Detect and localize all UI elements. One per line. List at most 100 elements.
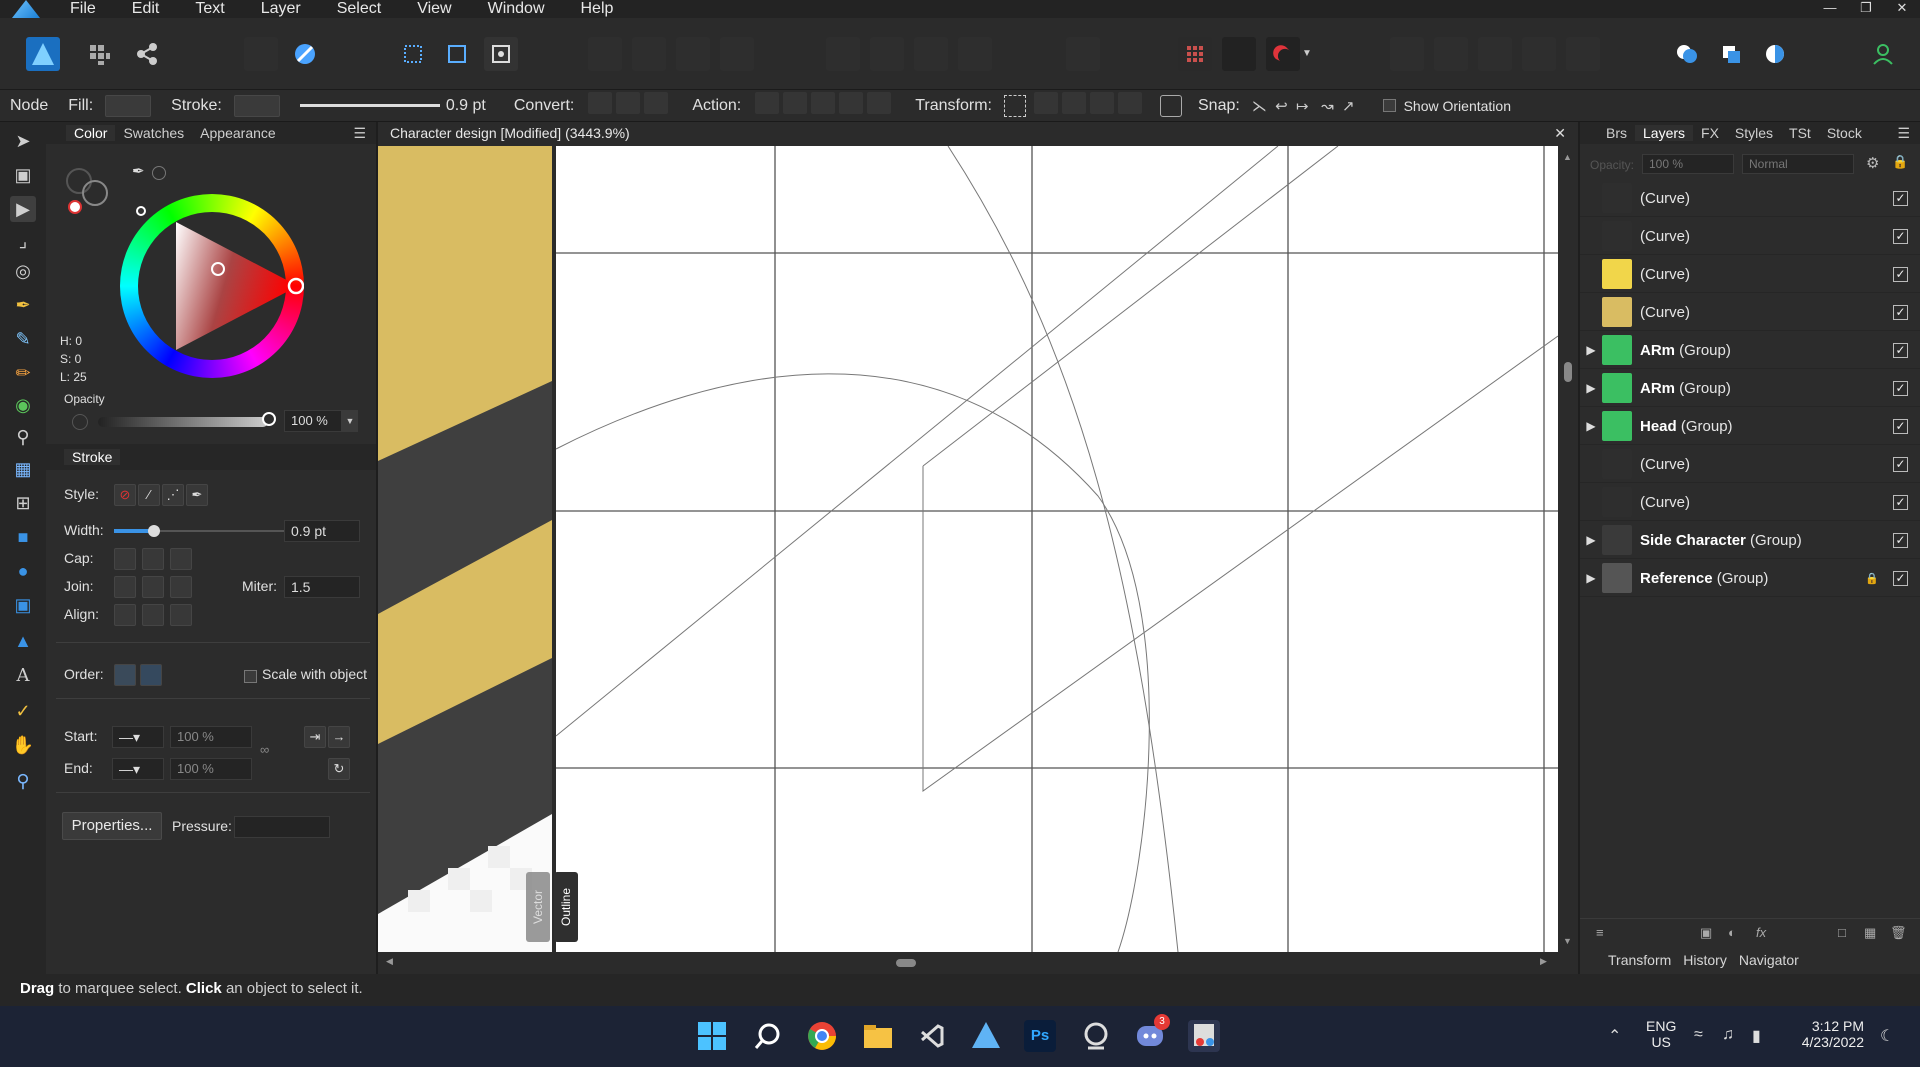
boolean-subtract-icon[interactable] [1714,37,1748,71]
horizontal-scroll-thumb[interactable] [896,959,916,967]
search-icon[interactable] [752,1020,784,1052]
stroke-width-slider[interactable] [299,104,440,107]
affinity-designer-icon[interactable] [970,1020,1002,1052]
battery-icon[interactable]: ▮ [1752,1026,1761,1046]
stroke-swatch[interactable] [233,94,280,117]
zoom-tool-icon[interactable]: ⚲ [10,768,36,794]
layer-visibility-checkbox[interactable]: ✓ [1893,190,1908,206]
transform-opt-4-icon[interactable] [1118,92,1142,114]
tab-transform[interactable]: Transform [1608,952,1671,968]
toolbar-dim-8[interactable] [914,37,948,71]
wifi-icon[interactable]: ≈ [1694,1026,1703,1044]
transform-box-icon[interactable] [1004,94,1026,117]
expand-arrow-icon[interactable]: ▶ [1580,381,1602,395]
layer-row[interactable]: (Curve) ✓ [1580,180,1920,217]
magnet-icon[interactable] [1266,37,1300,71]
layer-visibility-checkbox[interactable]: ✓ [1893,494,1908,510]
fill-tool-icon[interactable]: ◉ [10,392,36,418]
export-persona-button[interactable] [130,37,164,71]
layer-row[interactable]: ▶ ARm (Group) ✓ [1580,370,1920,407]
opacity-slider[interactable] [98,417,268,427]
layer-visibility-checkbox[interactable]: ✓ [1893,304,1908,320]
layers-panel-menu-icon[interactable]: ☰ [1897,125,1910,142]
layers-stack-icon[interactable]: ≡ [1596,925,1604,940]
transform-opt-3-icon[interactable] [1090,92,1114,114]
add-layer-icon[interactable]: □ [1838,925,1846,940]
action-reverse-icon[interactable] [867,92,892,114]
text-tool-icon[interactable]: A [10,662,36,688]
toolbar-dim-5[interactable] [720,37,754,71]
file-explorer-icon[interactable] [862,1020,894,1052]
layer-visibility-checkbox[interactable]: ✓ [1893,380,1908,396]
minimize-icon[interactable]: — [1812,0,1848,18]
transform-opt-1-icon[interactable] [1034,92,1058,114]
layer-row[interactable]: (Curve) ✓ [1580,218,1920,255]
fill-swatch[interactable] [105,94,152,117]
menu-view[interactable]: View [417,0,451,18]
menu-window[interactable]: Window [488,0,545,18]
snapping-grid-icon[interactable] [1178,37,1212,71]
layer-row[interactable]: ▶ ARm (Group) ✓ [1580,332,1920,369]
designer-persona-button[interactable] [26,37,60,71]
toolbar-dim-10[interactable] [1066,37,1100,71]
delete-layer-icon[interactable]: 🗑 [1890,925,1907,941]
transparency-tool-icon[interactable]: ⚲ [10,424,36,450]
toolbar-dim-3[interactable] [632,37,666,71]
layer-opacity-field[interactable]: 100 % [1642,154,1734,174]
expand-arrow-icon[interactable]: ▶ [1580,571,1602,585]
action-close-icon[interactable] [783,92,808,114]
square-cap-icon[interactable] [170,548,192,570]
canvas[interactable]: Vector Outline [378,146,1558,952]
convert-smart-icon[interactable] [644,92,669,114]
vector-view-toggle[interactable]: Vector [526,872,550,942]
tab-history[interactable]: History [1683,952,1727,968]
layer-visibility-checkbox[interactable]: ✓ [1893,456,1908,472]
user-account-icon[interactable] [1866,37,1900,71]
menu-text[interactable]: Text [195,0,224,18]
layer-visibility-checkbox[interactable]: ✓ [1893,266,1908,282]
layer-row[interactable]: (Curve) ✓ [1580,484,1920,521]
end-scale-field[interactable]: 100 % [170,758,252,780]
scroll-down-icon[interactable]: ▼ [1563,936,1572,946]
color-picker-tool-icon[interactable]: ✓ [10,698,36,724]
move-tool-icon[interactable]: ➤ [10,128,36,154]
clock[interactable]: 3:12 PM 4/23/2022 [1794,1018,1864,1050]
layer-visibility-checkbox[interactable]: ✓ [1893,342,1908,358]
vscode-icon[interactable] [916,1020,948,1052]
link-scale-icon[interactable]: ∞ [260,742,269,757]
action-smooth-icon[interactable] [811,92,836,114]
round-cap-icon[interactable] [142,548,164,570]
lock-layer-icon[interactable]: 🔒 [1892,154,1908,170]
toolbar-dim-2[interactable] [588,37,622,71]
convert-sharp-icon[interactable] [588,92,613,114]
outline-view-toggle[interactable]: Outline [554,872,578,942]
properties-button[interactable]: Properties... [62,812,162,840]
solid-line-style-icon[interactable]: ∕ [138,484,160,506]
scroll-left-icon[interactable]: ◀ [386,956,393,967]
start-arrowhead-select[interactable]: —▾ [112,726,164,748]
color-picker-icon[interactable]: ✒ [132,162,145,180]
add-pixel-layer-icon[interactable]: ▦ [1864,925,1876,941]
pixel-persona-button[interactable] [82,37,116,71]
toolbar-dim-7[interactable] [870,37,904,71]
scroll-up-icon[interactable]: ▲ [1563,152,1572,162]
snap-options-icons[interactable]: ⋋ ↩ ↦ ↝ ↗ [1252,97,1355,115]
transform-opt-2-icon[interactable] [1062,92,1086,114]
texture-line-style-icon[interactable]: ✒ [186,484,208,506]
tab-layers[interactable]: Layers [1635,125,1694,141]
menu-edit[interactable]: Edit [132,0,160,18]
language-indicator[interactable]: ENG US [1646,1018,1676,1050]
photoshop-icon[interactable]: Ps [1024,1020,1056,1052]
close-window-icon[interactable]: ✕ [1884,0,1920,18]
point-transform-tool-icon[interactable]: ◎ [10,258,36,284]
layer-visibility-checkbox[interactable]: ✓ [1893,228,1908,244]
toolbar-dim-4[interactable] [676,37,710,71]
order-behind-icon[interactable] [114,664,136,686]
layer-settings-gear-icon[interactable]: ⚙ [1866,154,1879,172]
arrowhead-align-1-icon[interactable]: ⇥ [304,726,326,748]
place-image-tool-icon[interactable]: ▦ [10,456,36,482]
volume-icon[interactable]: ♫ [1722,1026,1734,1044]
round-join-icon[interactable] [142,576,164,598]
layer-row[interactable]: ▶ Reference (Group) 🔒 ✓ [1580,560,1920,597]
toolbar-dim-1[interactable] [244,37,278,71]
